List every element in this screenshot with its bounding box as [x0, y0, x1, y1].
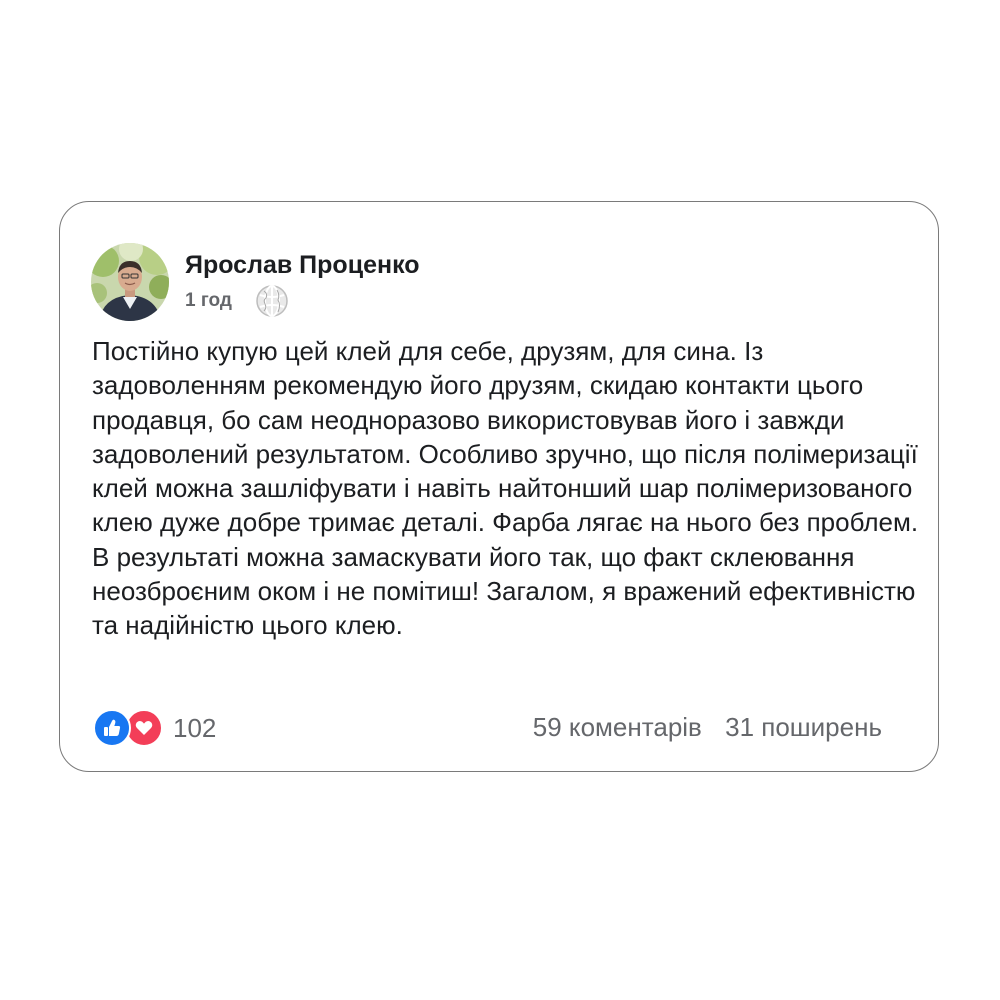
post-stats: 59 коментарів 31 поширень — [533, 712, 882, 743]
like-icon — [93, 709, 131, 747]
globe-icon — [255, 284, 289, 318]
comments-count[interactable]: 59 коментарів — [533, 712, 702, 742]
reaction-count: 102 — [173, 712, 217, 743]
post-body: Постійно купую цей клей для себе, друзям… — [92, 336, 919, 641]
author-name[interactable]: Ярослав Проценко — [185, 251, 420, 280]
shares-count[interactable]: 31 поширень — [725, 712, 882, 742]
post-card: Ярослав Проценко 1 год Постійно купую це… — [59, 201, 939, 772]
avatar[interactable] — [91, 243, 169, 321]
post-timestamp[interactable]: 1 год — [185, 290, 232, 312]
reactions-summary[interactable]: 102 — [93, 708, 216, 748]
